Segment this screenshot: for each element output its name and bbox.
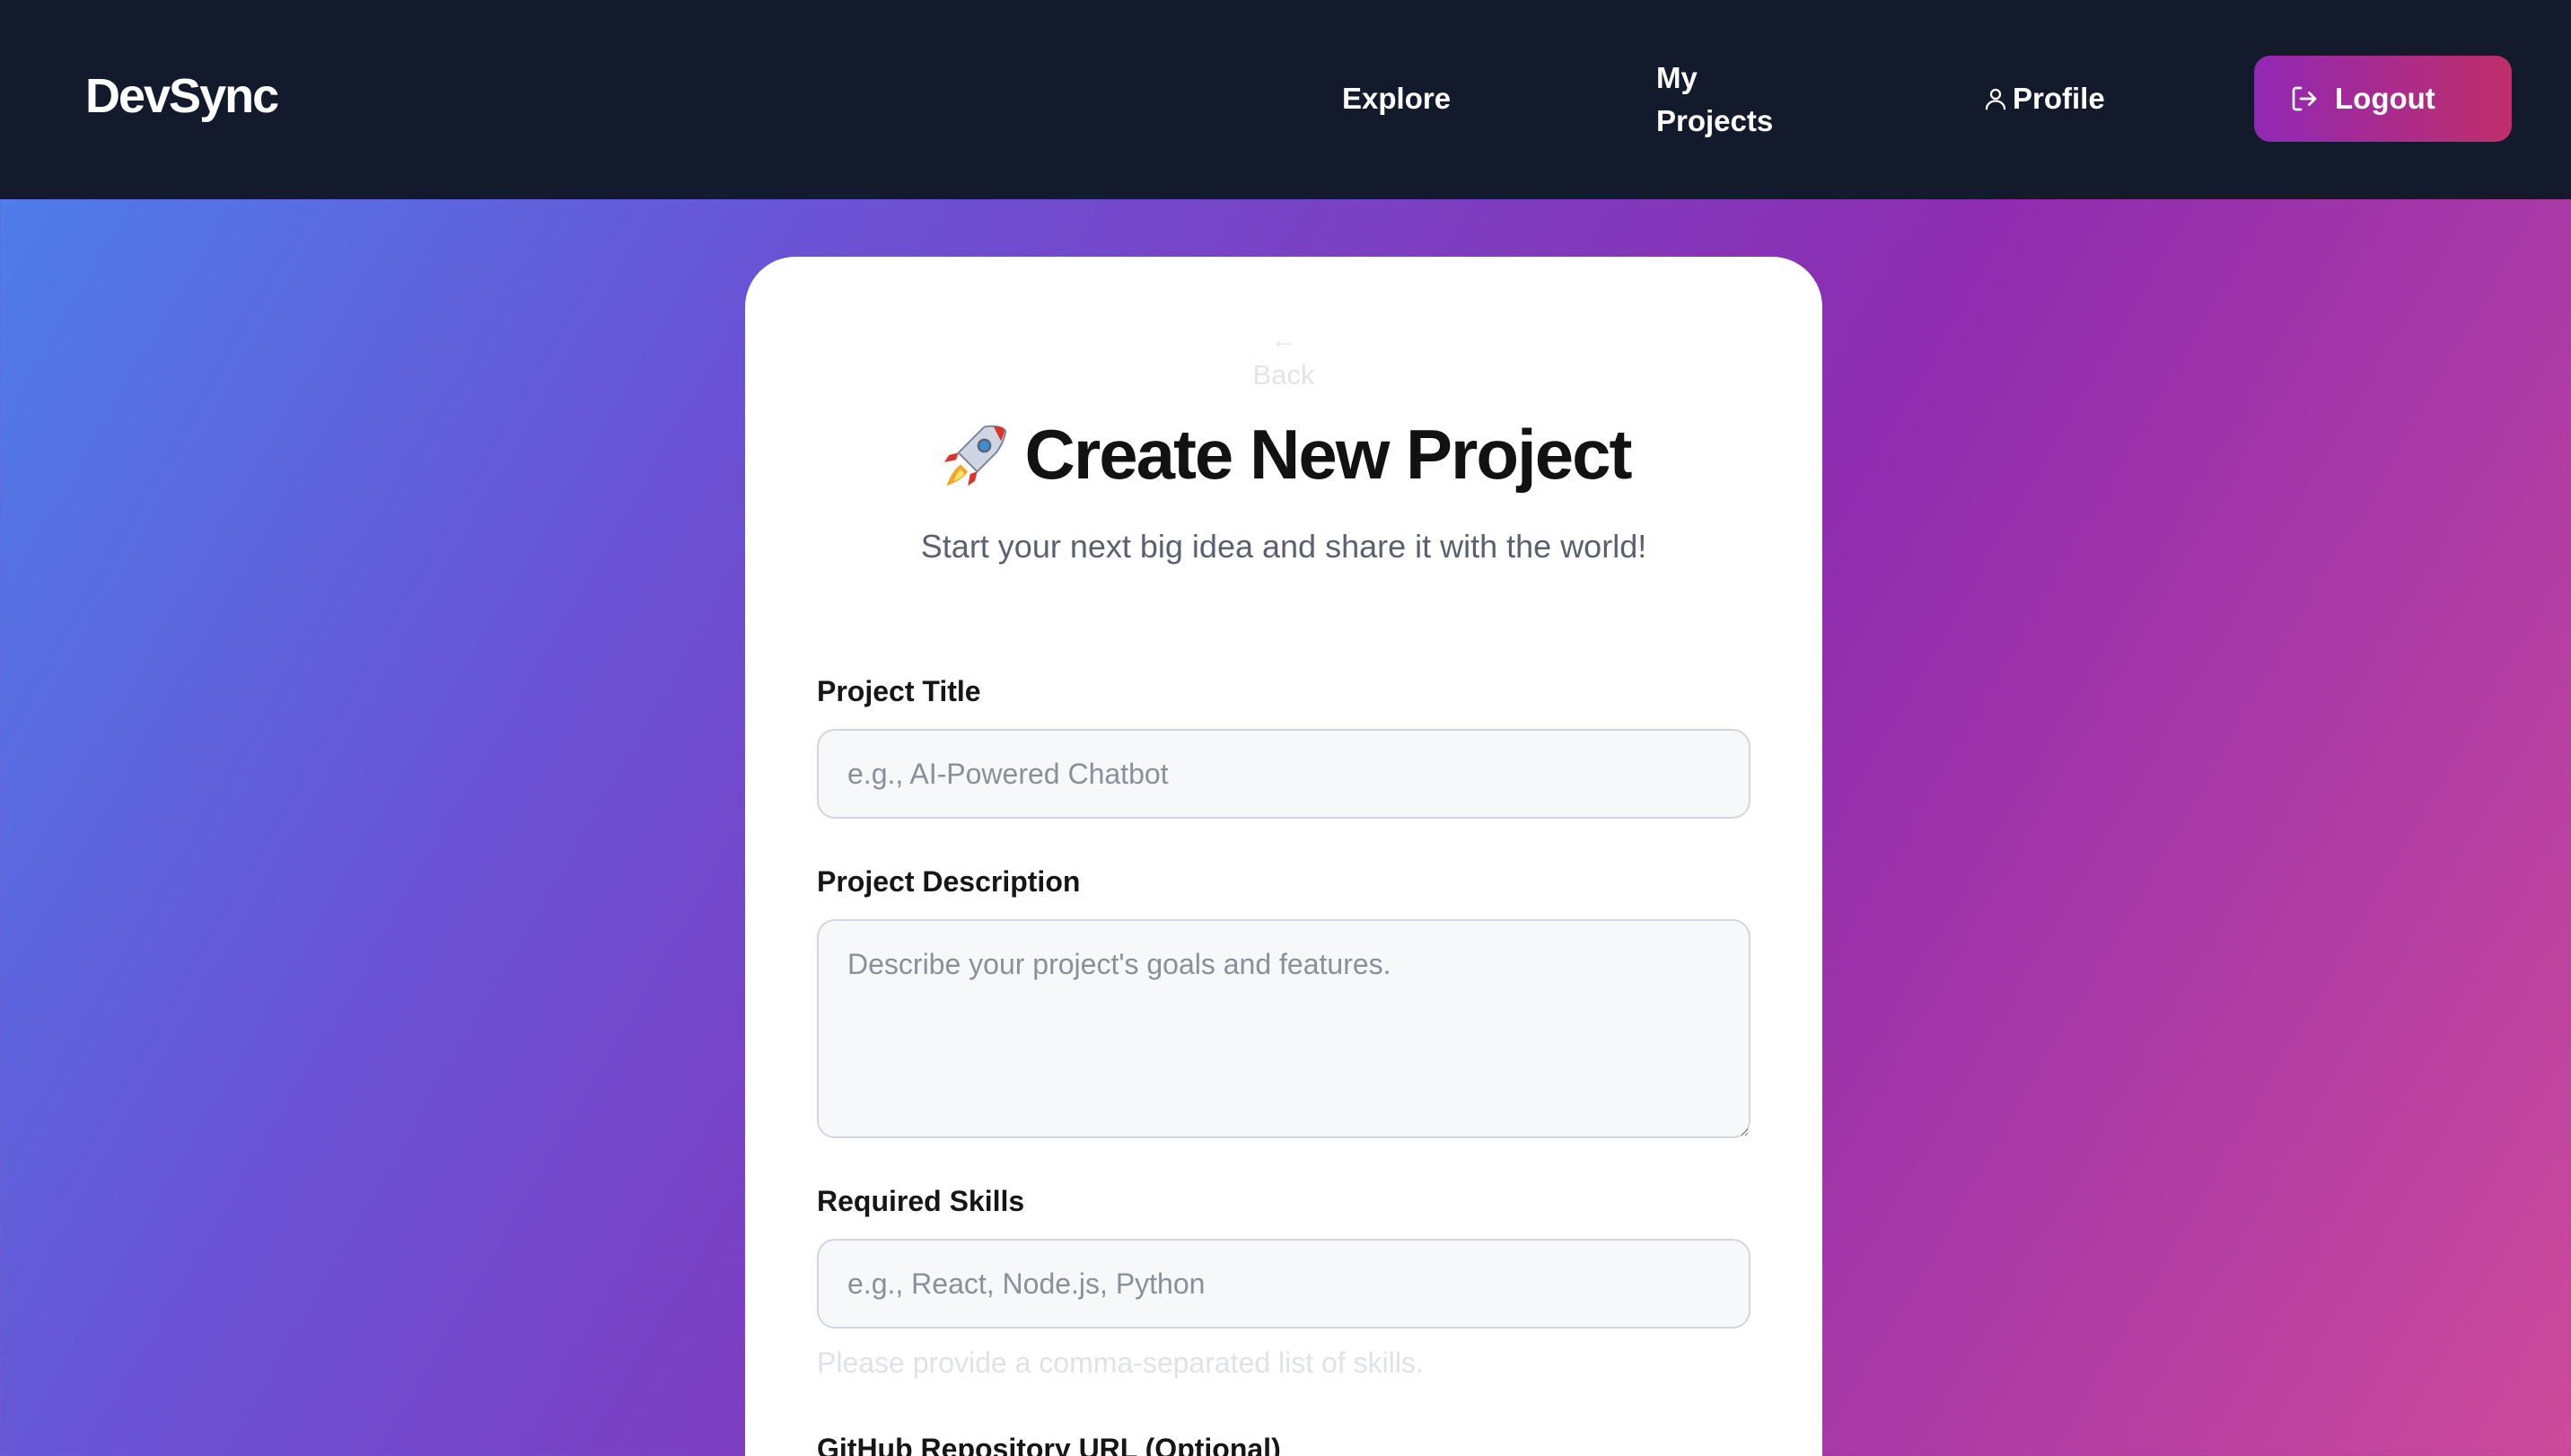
nav-link-explore[interactable]: Explore xyxy=(1342,77,1451,120)
back-label: Back xyxy=(1252,359,1315,390)
page-title-text: Create New Project xyxy=(1024,415,1633,494)
rocket-icon xyxy=(943,425,1006,486)
top-navbar: DevSync Explore My Projects Profile Logo… xyxy=(0,0,2571,199)
nav-link-profile-label: Profile xyxy=(2013,82,2105,115)
github-url-label: GitHub Repository URL (Optional) xyxy=(817,1433,1281,1456)
page-subtitle: Start your next big idea and share it wi… xyxy=(920,528,1647,565)
nav-link-profile[interactable]: Profile xyxy=(1982,77,2105,120)
project-title-label: Project Title xyxy=(817,675,981,707)
user-icon xyxy=(1985,88,2006,110)
back-link[interactable]: ← Back xyxy=(745,327,1822,393)
brand-logo[interactable]: DevSync xyxy=(85,68,279,124)
required-skills-label: Required Skills xyxy=(817,1185,1025,1217)
project-description-textarea[interactable] xyxy=(817,919,1751,1138)
skills-helper-text: Please provide a comma-separated list of… xyxy=(817,1346,1424,1379)
page-title: Create New Project xyxy=(745,414,1822,496)
required-skills-input[interactable] xyxy=(817,1239,1751,1329)
project-title-input[interactable] xyxy=(817,729,1751,819)
logout-icon xyxy=(2292,86,2317,111)
nav-link-my-projects[interactable]: My Projects xyxy=(1656,57,1782,143)
project-description-label: Project Description xyxy=(817,865,1081,898)
logout-button[interactable]: Logout xyxy=(2254,56,2512,142)
create-project-card: ← Back Create New Project Start your nex… xyxy=(745,257,1822,1456)
logout-label: Logout xyxy=(2335,82,2435,115)
arrow-left-icon: ← xyxy=(1270,325,1297,355)
